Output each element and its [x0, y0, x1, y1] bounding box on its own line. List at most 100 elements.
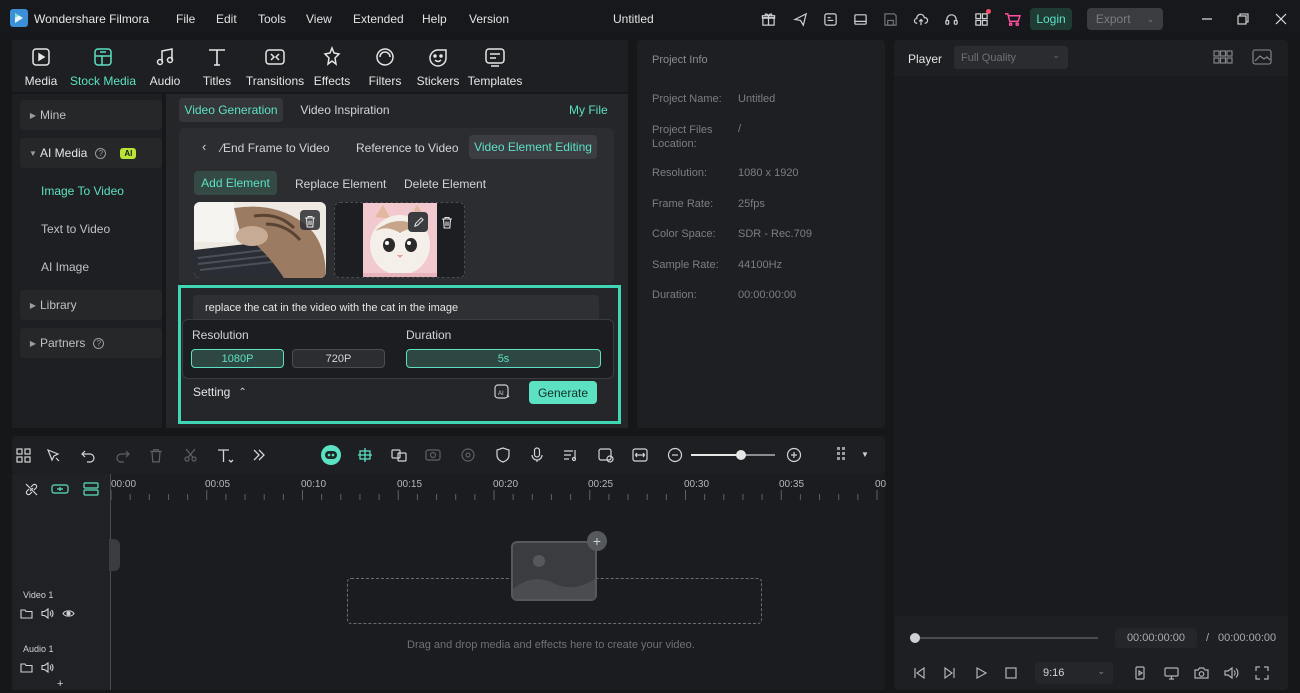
- ai-box-icon[interactable]: [821, 10, 839, 28]
- add-icon[interactable]: +: [57, 678, 63, 690]
- chevron-left-icon[interactable]: ‹: [202, 139, 206, 154]
- export-button[interactable]: Export ⌄: [1087, 8, 1163, 30]
- menu-extended[interactable]: Extended: [353, 12, 404, 26]
- gift-icon[interactable]: [759, 10, 777, 28]
- green-screen-icon[interactable]: [424, 446, 442, 464]
- menu-view[interactable]: View: [306, 12, 332, 26]
- quality-select[interactable]: Full Quality ⌄: [954, 46, 1068, 69]
- aspect-ratio-select[interactable]: 9:16 ⌄: [1035, 662, 1113, 684]
- layout-icon[interactable]: [851, 10, 869, 28]
- volume-icon[interactable]: [1222, 664, 1240, 682]
- sub-tab-end-frame[interactable]: ⁄End Frame to Video: [221, 141, 330, 155]
- login-button[interactable]: Login: [1030, 8, 1072, 30]
- menu-edit[interactable]: Edit: [216, 12, 237, 26]
- tab-titles[interactable]: Titles: [198, 44, 236, 88]
- setting-toggle[interactable]: Setting ⌃: [193, 385, 247, 399]
- motion-track-icon[interactable]: [459, 446, 477, 464]
- tab-transitions[interactable]: Transitions: [245, 44, 305, 88]
- more-tools-icon[interactable]: [250, 446, 268, 464]
- cut-icon[interactable]: [181, 446, 199, 464]
- caption-settings-icon[interactable]: [597, 446, 615, 464]
- prompt-input[interactable]: replace the cat in the video with the ca…: [193, 295, 599, 321]
- tab-effects[interactable]: Effects: [312, 44, 352, 88]
- sub-tab-reference[interactable]: Reference to Video: [356, 141, 459, 155]
- tab-stock-media[interactable]: Stock Media: [70, 44, 136, 88]
- help-icon[interactable]: ?: [95, 147, 107, 159]
- add-track-icon[interactable]: [51, 480, 69, 498]
- grid-view-icon[interactable]: [1213, 49, 1233, 65]
- prev-frame-icon[interactable]: [910, 664, 928, 682]
- snap-icon[interactable]: [356, 446, 374, 464]
- caret-down-icon[interactable]: ▼: [861, 450, 869, 459]
- image-element-card[interactable]: [334, 202, 465, 278]
- sidebar-item-ai-image[interactable]: AI Image: [20, 252, 162, 282]
- text-tool-icon[interactable]: [216, 446, 234, 464]
- help-icon[interactable]: ?: [93, 337, 105, 349]
- tab-filters[interactable]: Filters: [366, 44, 404, 88]
- volume-icon[interactable]: [41, 607, 54, 620]
- tab-media[interactable]: Media: [22, 44, 60, 88]
- zoom-out-icon[interactable]: [666, 446, 684, 464]
- tab-video-generation[interactable]: Video Generation: [179, 98, 283, 122]
- cart-icon[interactable]: [1003, 10, 1021, 28]
- save-icon[interactable]: [881, 10, 899, 28]
- trash-icon[interactable]: [300, 212, 320, 230]
- fullscreen-icon[interactable]: [1253, 664, 1271, 682]
- redo-icon[interactable]: [113, 446, 131, 464]
- audio-mix-icon[interactable]: [562, 446, 580, 464]
- resolution-720p-button[interactable]: 720P: [292, 349, 385, 368]
- timeline-view-icon[interactable]: [834, 446, 852, 464]
- restore-icon[interactable]: [1234, 10, 1252, 28]
- snapshot-icon[interactable]: [1192, 664, 1210, 682]
- zoom-in-icon[interactable]: [785, 446, 803, 464]
- link-icon[interactable]: [22, 480, 40, 498]
- stop-icon[interactable]: [1002, 664, 1020, 682]
- sidebar-item-library[interactable]: ▶ Library: [20, 290, 162, 320]
- volume-icon[interactable]: [41, 661, 54, 674]
- image-preview-icon[interactable]: [1252, 49, 1272, 65]
- playback-progress-track[interactable]: [914, 637, 1098, 639]
- delete-icon[interactable]: [147, 446, 165, 464]
- replace-element-button[interactable]: Replace Element: [295, 177, 386, 191]
- microphone-icon[interactable]: [528, 446, 546, 464]
- apps-grid-icon[interactable]: [972, 9, 991, 28]
- shield-icon[interactable]: [494, 446, 512, 464]
- duration-5s-button[interactable]: 5s: [406, 349, 601, 368]
- tab-stickers[interactable]: Stickers: [416, 44, 460, 88]
- zoom-slider-knob[interactable]: [736, 450, 746, 460]
- ai-enhance-icon[interactable]: AI: [493, 383, 511, 401]
- my-file-link[interactable]: My File: [569, 103, 608, 117]
- fit-width-icon[interactable]: [631, 446, 649, 464]
- cloud-upload-icon[interactable]: [912, 10, 930, 28]
- sub-tab-element-editing[interactable]: Video Element Editing: [469, 135, 597, 159]
- current-time-field[interactable]: 00:00:00:00: [1115, 628, 1197, 648]
- track-resize-handle[interactable]: [109, 539, 120, 571]
- next-frame-icon[interactable]: [941, 664, 959, 682]
- sidebar-item-partners[interactable]: ▶ Partners ?: [20, 328, 162, 358]
- menu-version[interactable]: Version: [469, 12, 509, 26]
- folder-icon[interactable]: [20, 661, 33, 674]
- resolution-1080p-button[interactable]: 1080P: [191, 349, 284, 368]
- playhead-knob[interactable]: [910, 633, 920, 643]
- play-icon[interactable]: [972, 664, 990, 682]
- video-thumbnail[interactable]: [194, 202, 326, 278]
- sidebar-item-text-to-video[interactable]: Text to Video: [20, 214, 162, 244]
- mark-in-icon[interactable]: [1131, 664, 1149, 682]
- auto-reframe-icon[interactable]: [390, 446, 408, 464]
- eye-icon[interactable]: [62, 607, 75, 620]
- tab-templates[interactable]: Templates: [468, 44, 522, 88]
- display-icon[interactable]: [1162, 664, 1180, 682]
- menu-help[interactable]: Help: [422, 12, 447, 26]
- player-viewport[interactable]: [894, 76, 1288, 616]
- folder-icon[interactable]: [20, 607, 33, 620]
- sidebar-item-image-to-video[interactable]: Image To Video: [20, 176, 162, 206]
- sidebar-item-ai-media[interactable]: ▼ AI Media ? AI: [20, 138, 162, 168]
- send-icon[interactable]: [791, 10, 809, 28]
- sidebar-item-mine[interactable]: ▶ Mine: [20, 100, 162, 130]
- close-icon[interactable]: [1272, 10, 1290, 28]
- generate-button[interactable]: Generate: [529, 381, 597, 404]
- undo-icon[interactable]: [79, 446, 97, 464]
- tab-video-inspiration[interactable]: Video Inspiration: [294, 98, 396, 122]
- menu-file[interactable]: File: [176, 12, 195, 26]
- delete-element-button[interactable]: Delete Element: [404, 177, 486, 191]
